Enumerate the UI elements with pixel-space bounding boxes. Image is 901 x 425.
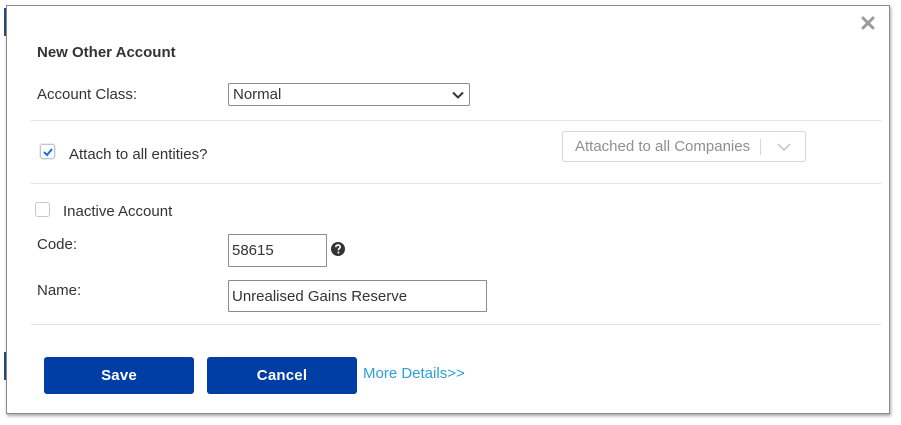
account-class-select[interactable]: Normal <box>228 83 470 106</box>
save-button[interactable]: Save <box>44 357 194 394</box>
select-separator <box>760 139 761 155</box>
checkmark-icon <box>43 148 53 157</box>
close-icon <box>861 16 875 30</box>
new-account-dialog: New Other Account Account Class: Normal … <box>6 5 890 414</box>
question-circle-icon <box>331 242 345 256</box>
close-button[interactable] <box>859 14 877 32</box>
name-input[interactable] <box>228 280 487 312</box>
inactive-account-label: Inactive Account <box>63 203 173 220</box>
inactive-account-checkbox[interactable] <box>35 202 50 217</box>
entity-attachment-value: Attached to all Companies <box>575 138 751 155</box>
account-class-value: Normal <box>233 86 282 103</box>
name-label: Name: <box>37 282 82 299</box>
code-input[interactable] <box>228 234 327 267</box>
cancel-button[interactable]: Cancel <box>207 357 357 394</box>
chevron-down-icon <box>777 143 791 152</box>
chevron-down-icon <box>452 91 464 99</box>
help-button[interactable] <box>331 242 345 256</box>
dialog-title: New Other Account <box>37 44 176 61</box>
attach-entities-checkbox[interactable] <box>40 144 55 159</box>
account-class-label: Account Class: <box>37 86 138 103</box>
attach-entities-label: Attach to all entities? <box>69 146 208 163</box>
code-label: Code: <box>37 236 78 253</box>
entity-attachment-select[interactable]: Attached to all Companies <box>562 131 806 162</box>
divider <box>31 183 881 184</box>
divider <box>31 120 881 121</box>
more-details-link[interactable]: More Details>> <box>363 365 465 382</box>
divider <box>31 324 881 325</box>
